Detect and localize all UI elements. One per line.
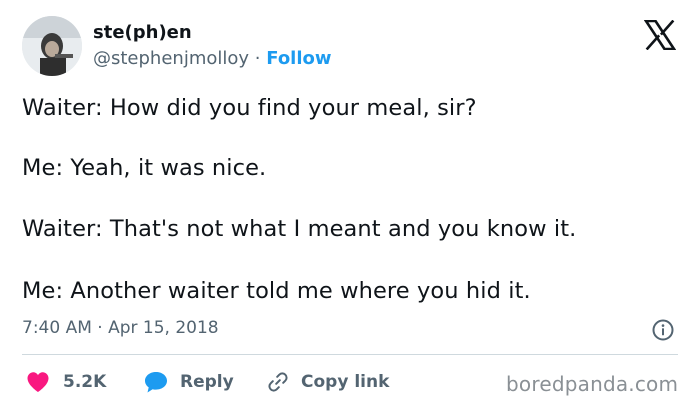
tweet-text-line: Me: Another waiter told me where you hid… — [22, 278, 531, 304]
link-icon — [268, 372, 288, 392]
tweet-text-line: Waiter: How did you find your meal, sir? — [22, 95, 477, 121]
follow-button[interactable]: Follow — [266, 48, 331, 69]
divider — [22, 354, 678, 355]
heart-icon — [27, 372, 49, 392]
tweet-text-line: Me: Yeah, it was nice. — [22, 155, 267, 181]
reply-button[interactable]: Reply — [143, 368, 234, 396]
info-icon[interactable] — [651, 318, 675, 342]
speech-bubble-icon — [145, 372, 167, 393]
avatar[interactable] — [22, 16, 82, 76]
tweet-timestamp[interactable]: 7:40 AM · Apr 15, 2018 — [22, 318, 219, 338]
tweet-text-line: Waiter: That's not what I meant and you … — [22, 216, 577, 242]
like-button[interactable]: 5.2K — [26, 368, 106, 396]
copy-link-button[interactable]: Copy link — [266, 368, 389, 396]
tweet-card: ste(ph)en @stephenjmolloy · Follow Waite… — [0, 0, 700, 410]
x-logo-icon[interactable] — [644, 20, 676, 50]
like-count: 5.2K — [63, 372, 107, 392]
author-handle-row: @stephenjmolloy · Follow — [93, 48, 332, 69]
handle-separator: · — [254, 48, 261, 69]
author-handle[interactable]: @stephenjmolloy — [93, 48, 249, 69]
watermark: boredpanda.com — [506, 372, 679, 396]
copy-link-label: Copy link — [301, 372, 390, 392]
reply-label: Reply — [180, 372, 234, 392]
avatar-image — [22, 16, 82, 76]
author-display-name[interactable]: ste(ph)en — [93, 22, 192, 43]
